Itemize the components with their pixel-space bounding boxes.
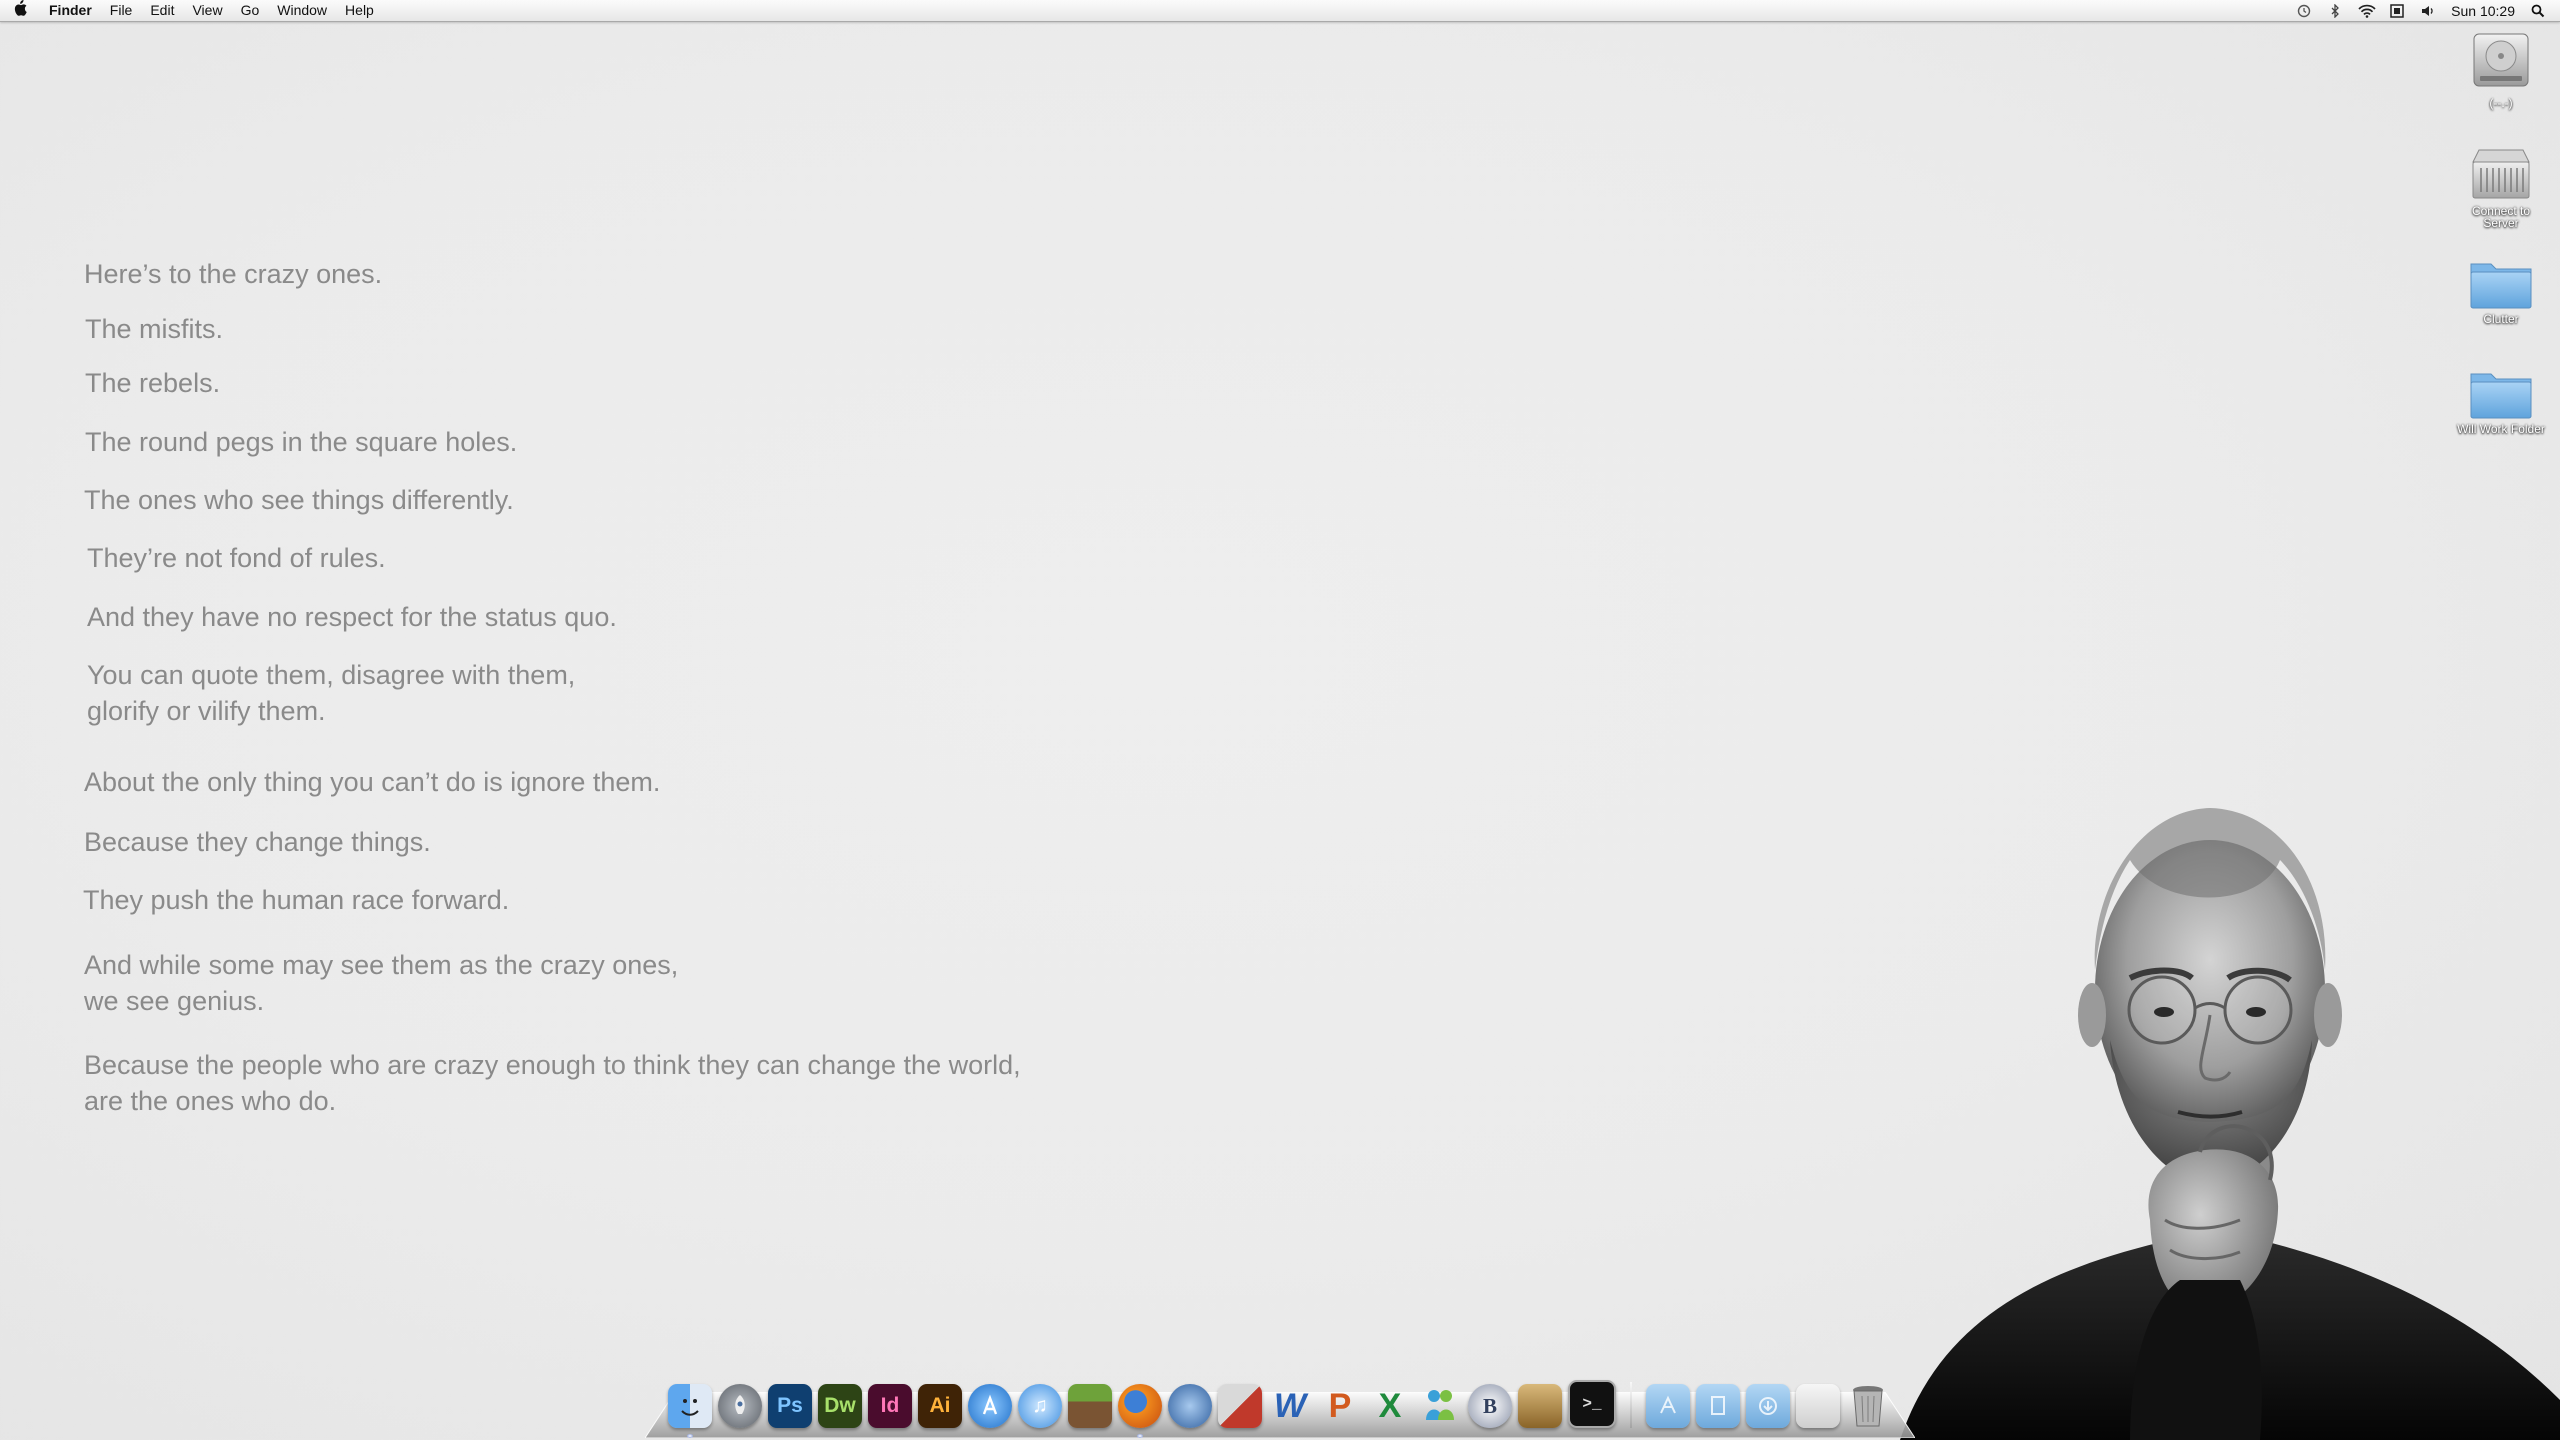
running-indicator [687,1434,693,1438]
dock-dreamweaver[interactable]: Dw [818,1384,862,1428]
app-letters: Ps [777,1394,803,1417]
dock-thunderbird[interactable] [1168,1384,1212,1428]
music-note-icon: ♫ [1032,1394,1048,1417]
dock-terminal[interactable]: >_ [1568,1380,1616,1428]
quote-line: And while some may see them as the crazy… [84,950,679,980]
desktop-icon-label: Will Work Folder [2457,422,2545,436]
rocket-icon [735,1395,745,1414]
finder-icon [681,1399,699,1416]
desktop-icon-will-work-folder[interactable]: Will Work Folder [2441,366,2560,435]
wifi-icon[interactable] [2358,4,2376,18]
dock-bbedit[interactable]: B [1468,1384,1512,1428]
menu-view[interactable]: View [183,0,231,21]
quote-line: They push the human race forward. [83,885,510,915]
dock-parallels[interactable] [1218,1384,1262,1428]
dock-separator [1630,1382,1632,1428]
quote-line: glorify or vilify them. [87,696,326,726]
dock-itunes[interactable]: ♫ [1018,1384,1062,1428]
quote-line: The round pegs in the square holes. [85,427,518,457]
desktop-icon-label: Clutter [2483,312,2519,326]
dock-finder[interactable] [668,1384,712,1438]
quote-line: are the ones who do. [84,1086,337,1116]
dock-launchpad[interactable] [718,1384,762,1428]
running-indicator [1137,1434,1143,1438]
input-menu-icon[interactable] [2389,3,2405,18]
spotlight-icon[interactable] [2530,4,2546,18]
quote-line: And they have no respect for the status … [87,602,617,632]
dock-applications-stack[interactable] [1646,1384,1690,1428]
dock-app-store[interactable] [968,1384,1012,1428]
volume-icon[interactable] [2420,4,2436,18]
folder-icon [2470,373,2532,419]
downloads-folder-icon [1759,1397,1777,1415]
applications-folder-icon [1660,1395,1676,1414]
quote-line: we see genius. [84,986,265,1016]
quote-line: Because they change things. [84,827,431,857]
menu-go[interactable]: Go [232,0,269,21]
dock-excel[interactable]: X [1368,1384,1412,1428]
menu-help[interactable]: Help [336,0,383,21]
hard-drive-icon [2473,33,2529,87]
dock-powerpoint[interactable]: P [1318,1384,1362,1428]
desktop-icon-label: Connect to Server [2471,204,2531,230]
dock: Ps Dw Id Ai ♫ W P X B >_ [668,1372,1890,1438]
documents-folder-icon [1711,1396,1725,1415]
app-letters: W [1273,1386,1307,1425]
quote-line: The misfits. [85,314,224,344]
app-letters: Id [880,1394,900,1417]
menu-window[interactable]: Window [268,0,336,21]
dock-downloads-stack[interactable] [1746,1384,1790,1428]
menu-finder[interactable]: Finder [40,0,101,21]
dock-word[interactable]: W [1268,1384,1312,1428]
dock-photoshop[interactable]: Ps [768,1384,812,1428]
app-letters: Dw [824,1394,856,1417]
dock-recent-stack[interactable] [1796,1384,1840,1428]
quote-line: The ones who see things differently. [84,485,514,515]
desktop-icon-hard-drive[interactable]: (--.-) [2441,30,2560,109]
portrait-illustration [1900,808,2560,1440]
quote-line: They’re not fond of rules. [87,543,386,573]
desktop-icon-connect-to-server[interactable]: Connect to Server [2441,146,2560,229]
dock-indesign[interactable]: Id [868,1384,912,1428]
app-letters: P [1328,1386,1352,1425]
dock-messenger[interactable] [1418,1384,1462,1428]
app-letters: Ai [929,1394,951,1417]
desktop-icon-clutter-folder[interactable]: Clutter [2441,256,2560,325]
quote-line: The rebels. [85,368,221,398]
bluetooth-icon[interactable] [2327,2,2343,19]
server-icon [2472,149,2530,199]
menu-edit[interactable]: Edit [141,0,183,21]
app-letters: B [1482,1393,1497,1418]
menu-bar: Finder File Edit View Go Window Help Sun… [0,0,2560,22]
desktop-icon-label: (--.-) [2489,96,2513,110]
folder-icon [2470,263,2532,309]
quote-line: You can quote them, disagree with them, [87,660,576,690]
dock-trash[interactable] [1846,1384,1890,1428]
apple-menu-icon[interactable] [0,0,40,21]
dock-archive-utility[interactable] [1518,1384,1562,1428]
dock-documents-stack[interactable] [1696,1384,1740,1428]
dock-firefox[interactable] [1118,1384,1162,1438]
app-letters: X [1378,1386,1402,1425]
app-store-icon [982,1394,998,1415]
quote-line: Because the people who are crazy enough … [84,1050,1021,1080]
quote-line: Here’s to the crazy ones. [84,259,383,289]
dock-illustrator[interactable]: Ai [918,1384,962,1428]
time-machine-icon[interactable] [2296,4,2312,18]
dock-minecraft[interactable] [1068,1384,1112,1428]
app-letters: >_ [1582,1395,1602,1413]
quote-line: About the only thing you can’t do is ign… [84,767,661,797]
menu-file[interactable]: File [101,0,142,21]
messenger-icon [1426,1390,1454,1420]
trash-icon [1853,1386,1883,1427]
menu-bar-clock[interactable]: Sun 10:29 [2451,3,2515,19]
